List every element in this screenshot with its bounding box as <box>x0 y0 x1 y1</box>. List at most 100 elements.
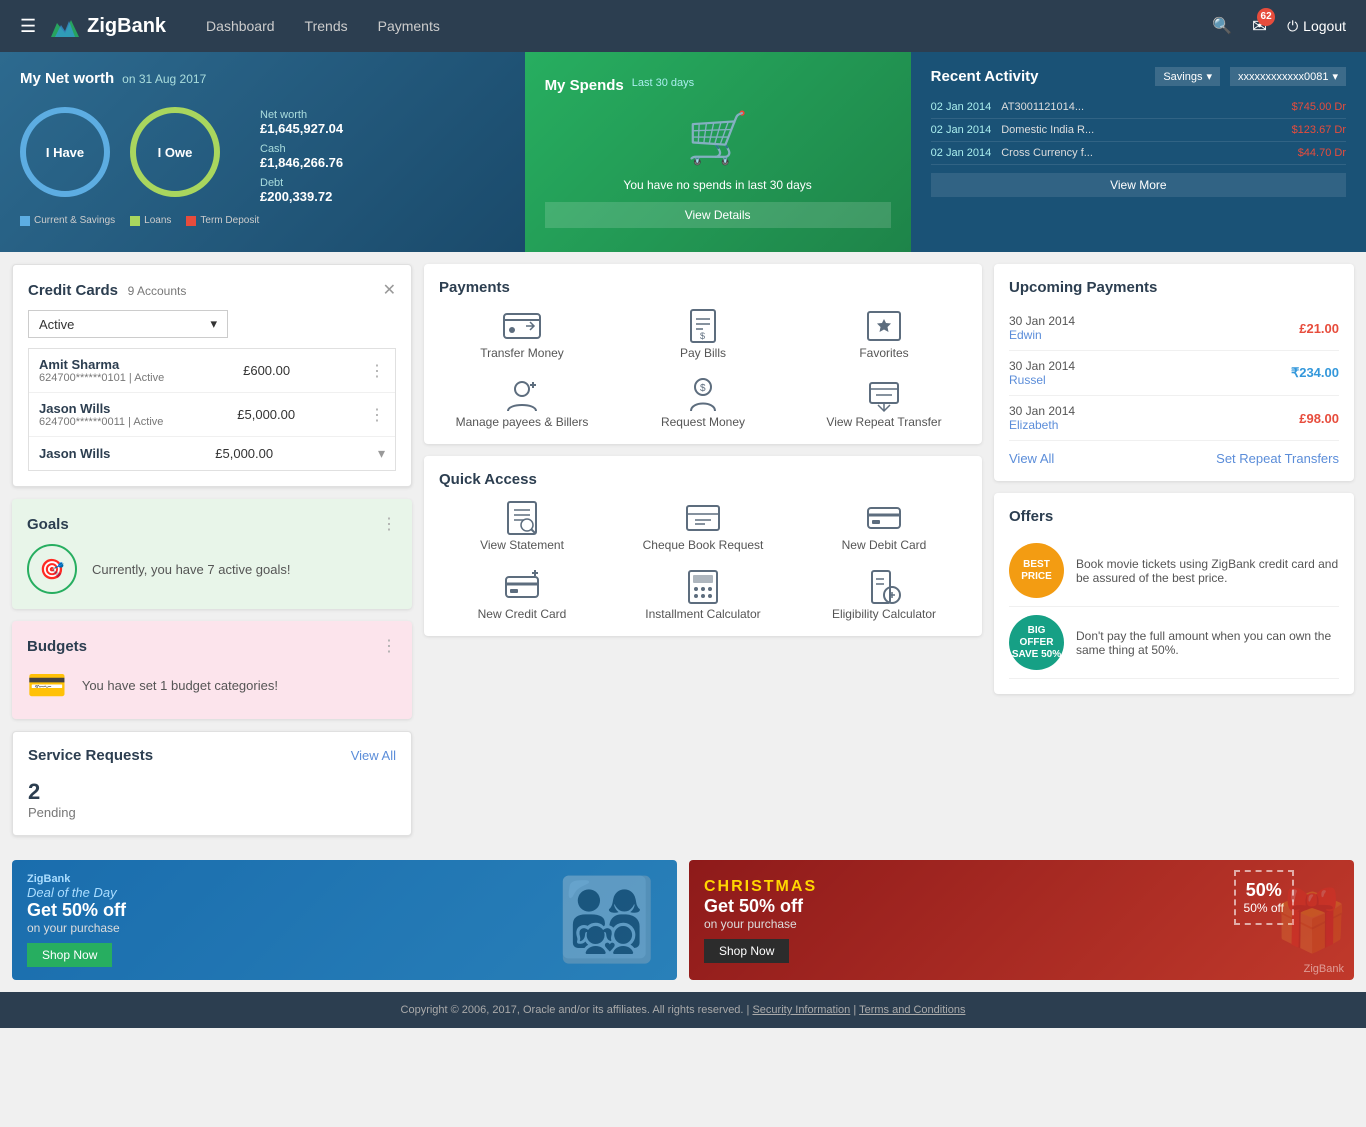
banner-family-image: 👨‍👩‍👧‍👦 <box>557 873 657 967</box>
goals-content: 🎯 Currently, you have 7 active goals! <box>27 544 397 594</box>
cc-amount-2: £5,000.00 <box>237 407 295 422</box>
net-worth-circles: I Have I Owe Net worth £1,645,927.04 Cas… <box>20 97 505 207</box>
cash-value: £1,846,266.76 <box>260 155 343 170</box>
cc-number-2: 624700******0011 | Active <box>39 416 163 428</box>
qa-cheque-book[interactable]: Cheque Book Request <box>620 498 786 552</box>
upcoming-item-3: 30 Jan 2014 Elizabeth £98.00 <box>1009 396 1339 441</box>
nav-dashboard[interactable]: Dashboard <box>206 18 275 34</box>
credit-cards-filter[interactable]: Active ▾ <box>28 310 228 338</box>
goals-menu[interactable]: ⋮ <box>381 514 397 534</box>
net-worth-legend: Current & Savings Loans Term Deposit <box>20 215 505 226</box>
payment-label-transfer: Transfer Money <box>480 346 564 360</box>
debt-value: £200,339.72 <box>260 189 343 204</box>
view-more-button[interactable]: View More <box>931 173 1346 197</box>
offer-desc-1: Book movie tickets using ZigBank credit … <box>1076 557 1339 585</box>
payment-manage-payees[interactable]: Manage payees & Billers <box>439 375 605 429</box>
banner-deal-1: Deal of the Day <box>27 885 126 900</box>
power-icon: ⏻ <box>1287 18 1298 35</box>
quick-access-card: Quick Access View Statement <box>424 456 982 636</box>
upcoming-date-3: 30 Jan 2014 <box>1009 404 1075 418</box>
payments-title: Payments <box>439 279 510 296</box>
main-content: Credit Cards 9 Accounts ✕ Active ▾ Amit … <box>0 252 1366 860</box>
legend-dot-term <box>186 216 196 226</box>
zigbank-banner: ZigBank Deal of the Day Get 50% off on y… <box>12 860 677 980</box>
account-type-select[interactable]: Savings ▾ <box>1155 67 1220 86</box>
view-details-button[interactable]: View Details <box>545 202 891 228</box>
cc-menu-2[interactable]: ⋮ <box>369 405 385 425</box>
cc-scroll-3[interactable]: ▾ <box>378 445 385 462</box>
upcoming-item-1: 30 Jan 2014 Edwin £21.00 <box>1009 306 1339 351</box>
header: ☰ ZigBank Dashboard Trends Payments 🔍 ✉ … <box>0 0 1366 52</box>
payment-request-money[interactable]: $ Request Money <box>620 375 786 429</box>
upcoming-name-2: Russel <box>1009 373 1075 387</box>
qa-new-debit-card[interactable]: New Debit Card <box>801 498 967 552</box>
spends-panel: My Spends Last 30 days 🛒 You have no spe… <box>525 52 911 252</box>
offer-item-2: BIG OFFER SAVE 50% Don't pay the full am… <box>1009 607 1339 679</box>
nav-payments[interactable]: Payments <box>378 18 440 34</box>
net-worth-values: Net worth £1,645,927.04 Cash £1,846,266.… <box>260 107 343 207</box>
banner-btn-1[interactable]: Shop Now <box>27 943 112 967</box>
credit-cards-close[interactable]: ✕ <box>383 280 396 300</box>
cc-menu-1[interactable]: ⋮ <box>369 361 385 381</box>
nav-trends[interactable]: Trends <box>305 18 348 34</box>
qa-view-statement[interactable]: View Statement <box>439 498 605 552</box>
payment-pay-bills[interactable]: $ Pay Bills <box>620 306 786 360</box>
qa-installment-calc[interactable]: Installment Calculator <box>620 567 786 621</box>
service-header: Service Requests View All <box>28 747 396 764</box>
credit-cards-list: Amit Sharma 624700******0101 | Active £6… <box>28 348 396 471</box>
main-nav: Dashboard Trends Payments <box>206 18 1212 34</box>
mail-wrapper[interactable]: ✉ 62 <box>1252 16 1267 37</box>
i-owe-label: I Owe <box>130 107 220 197</box>
activity-panel: Recent Activity Savings ▾ xxxxxxxxxxxx00… <box>911 52 1366 252</box>
qa-label-installment: Installment Calculator <box>645 607 760 621</box>
qa-new-credit-card[interactable]: New Credit Card <box>439 567 605 621</box>
best-price-badge: BEST PRICE <box>1009 543 1064 598</box>
payment-transfer-money[interactable]: Transfer Money <box>439 306 605 360</box>
spends-title: My Spends <box>545 77 624 94</box>
footer-terms-link[interactable]: Terms and Conditions <box>859 1004 965 1016</box>
filter-value: Active <box>39 317 74 332</box>
cheque-book-icon <box>683 498 723 538</box>
svg-text:$: $ <box>700 331 705 341</box>
budgets-message: You have set 1 budget categories! <box>82 678 278 693</box>
view-all-button[interactable]: View All <box>1009 451 1054 466</box>
net-worth-date: on 31 Aug 2017 <box>122 72 206 86</box>
qa-eligibility-calc[interactable]: Eligibility Calculator <box>801 567 967 621</box>
favorites-icon <box>864 306 904 346</box>
account-number-select[interactable]: xxxxxxxxxxxx0081 ▾ <box>1230 67 1346 86</box>
activity-selects: Savings ▾ xxxxxxxxxxxx0081 ▾ <box>1155 67 1346 86</box>
debt-label: Debt £200,339.72 <box>260 175 343 204</box>
chevron-down-icon: ▾ <box>210 316 217 332</box>
banner-sub-1: on your purchase <box>27 921 126 935</box>
cc-item-2: Jason Wills 624700******0011 | Active £5… <box>29 393 395 437</box>
activity-rows: 02 Jan 2014 AT3001121014... $745.00 Dr 0… <box>931 96 1346 165</box>
payment-repeat-transfer[interactable]: View Repeat Transfer <box>801 375 967 429</box>
payment-label-request: Request Money <box>661 415 745 429</box>
christmas-btn[interactable]: Shop Now <box>704 939 789 963</box>
budgets-title: Budgets <box>27 638 87 655</box>
goals-header: Goals ⋮ <box>27 514 397 534</box>
logout-label: Logout <box>1303 18 1346 34</box>
legend-dot-savings <box>20 216 30 226</box>
manage-payees-icon <box>502 375 542 415</box>
activity-header: Recent Activity Savings ▾ xxxxxxxxxxxx00… <box>931 67 1346 86</box>
set-repeat-button[interactable]: Set Repeat Transfers <box>1216 451 1339 466</box>
offer-item-1: BEST PRICE Book movie tickets using ZigB… <box>1009 535 1339 607</box>
footer-security-link[interactable]: Security Information <box>752 1004 850 1016</box>
payment-favorites[interactable]: Favorites <box>801 306 967 360</box>
net-worth-label: Net worth £1,645,927.04 <box>260 107 343 136</box>
search-icon[interactable]: 🔍 <box>1212 16 1232 36</box>
upcoming-title: Upcoming Payments <box>1009 279 1157 296</box>
payments-header: Payments <box>439 279 967 296</box>
offer-desc-2: Don't pay the full amount when you can o… <box>1076 629 1339 657</box>
pending-label: Pending <box>28 805 396 820</box>
budgets-menu[interactable]: ⋮ <box>381 636 397 656</box>
qa-label-credit: New Credit Card <box>478 607 567 621</box>
service-title: Service Requests <box>28 747 153 764</box>
logout-button[interactable]: ⏻ Logout <box>1287 18 1346 35</box>
activity-row-1: 02 Jan 2014 AT3001121014... $745.00 Dr <box>931 96 1346 119</box>
legend-loans: Loans <box>130 215 171 226</box>
service-view-all[interactable]: View All <box>351 748 396 763</box>
upcoming-actions: View All Set Repeat Transfers <box>1009 451 1339 466</box>
hamburger-menu[interactable]: ☰ <box>20 16 36 37</box>
